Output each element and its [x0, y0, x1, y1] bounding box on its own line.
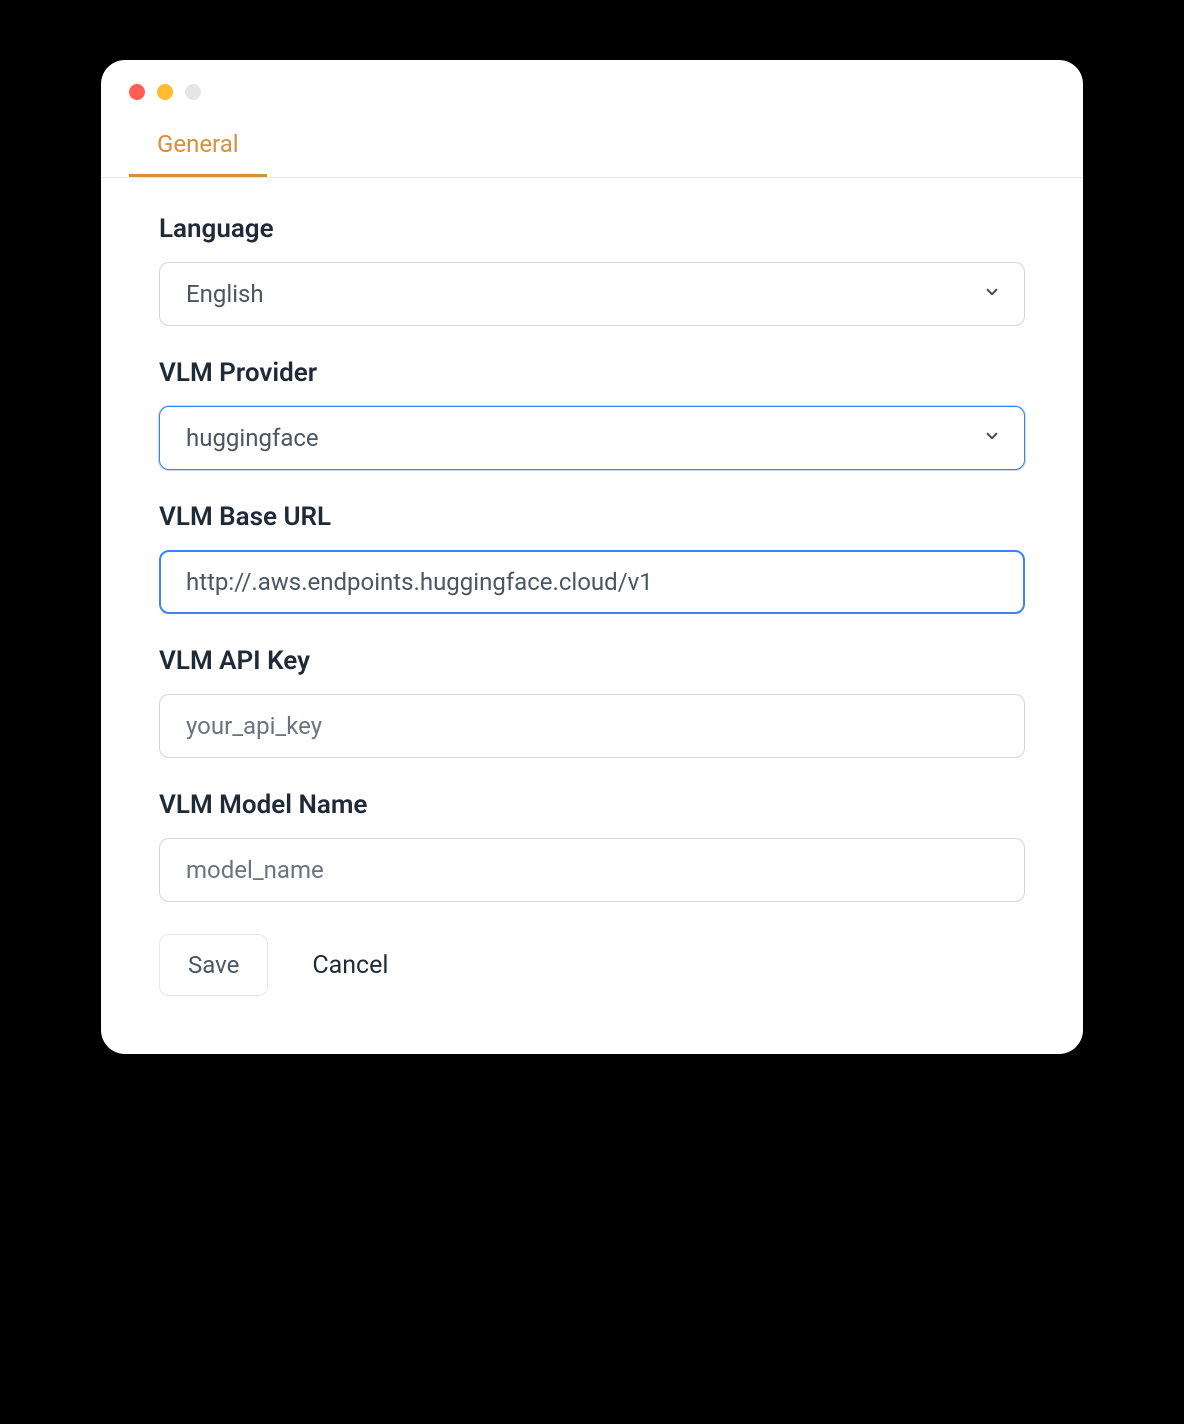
- minimize-window-button[interactable]: [157, 84, 173, 100]
- vlm-api-key-field-group: VLM API Key: [159, 646, 1025, 758]
- window-titlebar: [101, 60, 1083, 112]
- vlm-provider-label: VLM Provider: [159, 358, 1025, 388]
- vlm-model-name-field-group: VLM Model Name: [159, 790, 1025, 902]
- language-label: Language: [159, 214, 1025, 244]
- vlm-base-url-field-group: VLM Base URL: [159, 502, 1025, 614]
- vlm-provider-select[interactable]: huggingface: [159, 406, 1025, 470]
- vlm-api-key-label: VLM API Key: [159, 646, 1025, 676]
- vlm-api-key-input[interactable]: [159, 694, 1025, 758]
- vlm-base-url-label: VLM Base URL: [159, 502, 1025, 532]
- save-button[interactable]: Save: [159, 934, 268, 996]
- maximize-window-button[interactable]: [185, 84, 201, 100]
- vlm-model-name-label: VLM Model Name: [159, 790, 1025, 820]
- vlm-provider-field-group: VLM Provider huggingface: [159, 358, 1025, 470]
- settings-content: Language English VLM Provider huggingfac…: [101, 178, 1083, 996]
- cancel-button[interactable]: Cancel: [312, 951, 388, 980]
- language-select[interactable]: English: [159, 262, 1025, 326]
- vlm-model-name-input[interactable]: [159, 838, 1025, 902]
- tab-bar: General: [101, 116, 1083, 178]
- close-window-button[interactable]: [129, 84, 145, 100]
- vlm-base-url-input[interactable]: [159, 550, 1025, 614]
- settings-window: General Language English VLM Provider hu…: [101, 60, 1083, 1054]
- tab-general[interactable]: General: [129, 116, 267, 177]
- language-field-group: Language English: [159, 214, 1025, 326]
- action-buttons: Save Cancel: [159, 934, 1025, 996]
